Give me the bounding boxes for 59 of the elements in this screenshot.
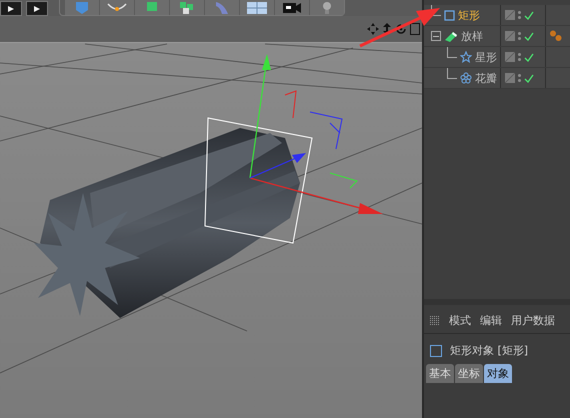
object-row[interactable]: 星形	[424, 47, 570, 68]
check-icon[interactable]	[524, 74, 534, 82]
square-icon	[444, 10, 455, 20]
object-title: 矩形对象 [矩形]	[450, 343, 528, 358]
flower-icon	[460, 72, 472, 84]
material-tag-icon[interactable]	[549, 30, 563, 42]
rotation-handle[interactable]	[330, 172, 358, 188]
star-icon	[460, 51, 472, 63]
cubes-icon	[179, 2, 195, 14]
grid-icon	[247, 2, 267, 14]
check-icon[interactable]	[524, 52, 534, 62]
object-icon	[430, 344, 442, 356]
visibility-dots[interactable]	[518, 53, 521, 61]
tree-line	[447, 46, 457, 58]
object-name: 星形	[475, 50, 497, 64]
tab[interactable]: 基本	[426, 364, 454, 383]
loft-icon	[444, 30, 458, 42]
rotate-view-icon[interactable]	[395, 23, 407, 35]
check-icon[interactable]	[524, 32, 534, 40]
spline-button[interactable]	[100, 0, 134, 15]
object-name: 花瓣	[475, 70, 497, 86]
camera-button[interactable]	[275, 0, 309, 15]
visibility-dots[interactable]	[518, 32, 521, 40]
tab[interactable]: 对象	[484, 364, 512, 383]
play-icon	[33, 4, 41, 12]
generator-icon	[144, 2, 160, 14]
move-view-icon[interactable]	[367, 23, 379, 35]
check-icon[interactable]	[524, 10, 534, 20]
layer-icon[interactable]	[505, 52, 515, 62]
object-name: 放样	[461, 28, 483, 44]
object-name: 矩形	[458, 8, 480, 22]
collapse-toggle[interactable]	[431, 31, 441, 41]
rotation-handle[interactable]	[310, 112, 343, 150]
rotation-handle[interactable]	[284, 90, 297, 118]
play-button[interactable]	[26, 1, 48, 16]
layout-icon[interactable]	[410, 23, 420, 35]
bend-icon	[214, 2, 230, 14]
layer-icon[interactable]	[505, 10, 515, 20]
tab[interactable]: 坐标	[455, 364, 483, 383]
visibility-dots[interactable]	[518, 11, 521, 19]
menu-item[interactable]: 模式	[449, 313, 471, 328]
layer-icon[interactable]	[505, 31, 515, 41]
layer-icon[interactable]	[505, 73, 515, 83]
tree-line	[447, 68, 457, 78]
camera-icon	[282, 2, 302, 14]
generator-button[interactable]	[135, 0, 169, 15]
menu-item[interactable]: 编辑	[480, 313, 502, 328]
play-icon	[7, 4, 15, 12]
object-row[interactable]: 花瓣	[424, 68, 570, 89]
array-button[interactable]	[170, 0, 204, 15]
curve-icon	[107, 2, 127, 14]
menu-item[interactable]: 用户数据	[511, 313, 555, 328]
zoom-view-icon[interactable]	[382, 23, 392, 35]
object-row[interactable]: 放样	[424, 26, 570, 47]
bulb-icon	[322, 2, 332, 14]
object-row[interactable]: 矩形	[424, 5, 570, 26]
cube-button[interactable]	[65, 0, 99, 15]
visibility-dots[interactable]	[518, 74, 521, 82]
play-button[interactable]	[0, 1, 22, 16]
